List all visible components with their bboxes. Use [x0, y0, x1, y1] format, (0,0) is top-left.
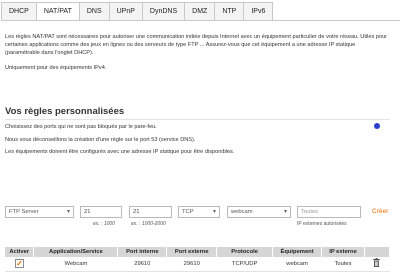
- service-value: FTP Server: [9, 209, 39, 215]
- header-external-ip: IP externe: [321, 247, 365, 257]
- row-protocol: TCP/UDP: [216, 257, 273, 272]
- tab-dhcp[interactable]: DHCP: [1, 2, 37, 21]
- device-select[interactable]: webcam: [227, 206, 291, 218]
- internal-port-value: 21: [84, 209, 91, 215]
- intro-description: Les règles NAT/PAT sont nécessaires pour…: [5, 34, 388, 56]
- trash-icon[interactable]: [373, 258, 381, 269]
- external-port-hint: ex. : 1000-2000: [131, 221, 166, 227]
- header-device: Équipement: [272, 247, 323, 257]
- info-static-ip: Les équipements doivent être configurés …: [5, 149, 235, 155]
- section-divider: [5, 119, 390, 120]
- external-port-value: 21: [133, 209, 140, 215]
- tab-ipv6[interactable]: IPv6: [244, 2, 274, 21]
- service-select[interactable]: FTP Server: [5, 206, 74, 218]
- ipv4-note: Uniquement pour des équipements IPv4.: [5, 65, 107, 71]
- header-actions: [364, 247, 391, 257]
- tab-divider: [1, 20, 400, 21]
- tab-dyndns[interactable]: DynDNS: [142, 2, 186, 21]
- row-device: webcam: [272, 257, 322, 272]
- tab-upnp[interactable]: UPnP: [109, 2, 143, 21]
- create-button[interactable]: Créer: [372, 208, 388, 215]
- internal-port-hint: ex. : 1000: [93, 221, 115, 227]
- row-active-cell: ✓: [5, 257, 34, 272]
- device-value: webcam: [231, 209, 253, 215]
- tab-nat-pat[interactable]: NAT/PAT: [36, 2, 80, 21]
- info-dns: Nous vous déconseillons la création d'un…: [5, 137, 196, 143]
- active-checkbox[interactable]: ✓: [14, 259, 24, 269]
- table-header: Activer Application/Service Port interne…: [5, 247, 391, 257]
- header-external-port: Port externe: [166, 247, 218, 257]
- row-external-port: 29610: [166, 257, 217, 272]
- info-firewall: Choisissez des ports qui ne sont pas blo…: [5, 124, 157, 130]
- table-row: ✓ Webcam 29610 29610 TCP/UDP webcam Tout…: [5, 257, 390, 272]
- header-protocol: Protocole: [216, 247, 274, 257]
- external-ip-input[interactable]: Toutes: [297, 206, 361, 218]
- header-internal-port: Port interne: [117, 247, 168, 257]
- row-actions: [364, 257, 390, 272]
- internal-port-input[interactable]: 21: [80, 206, 122, 218]
- status-dot: [374, 123, 380, 129]
- section-title: Vos règles personnalisées: [5, 106, 125, 117]
- header-activer: Activer: [5, 247, 35, 257]
- row-external-ip: Toutes: [321, 257, 365, 272]
- external-port-input[interactable]: 21: [129, 206, 172, 218]
- header-service: Application/Service: [33, 247, 119, 257]
- protocol-value: TCP: [182, 209, 194, 215]
- external-ip-hint: IP externes autorisées: [297, 221, 347, 227]
- tab-dns[interactable]: DNS: [79, 2, 110, 21]
- rules-table: Activer Application/Service Port interne…: [5, 247, 391, 272]
- tab-bar: DHCP NAT/PAT DNS UPnP DynDNS DMZ NTP IPv…: [1, 2, 274, 21]
- tab-ntp[interactable]: NTP: [215, 2, 245, 21]
- tab-dmz[interactable]: DMZ: [185, 2, 216, 21]
- row-internal-port: 29610: [117, 257, 167, 272]
- external-ip-placeholder: Toutes: [301, 209, 319, 215]
- protocol-select[interactable]: TCP: [178, 206, 220, 218]
- row-service: Webcam: [33, 257, 118, 272]
